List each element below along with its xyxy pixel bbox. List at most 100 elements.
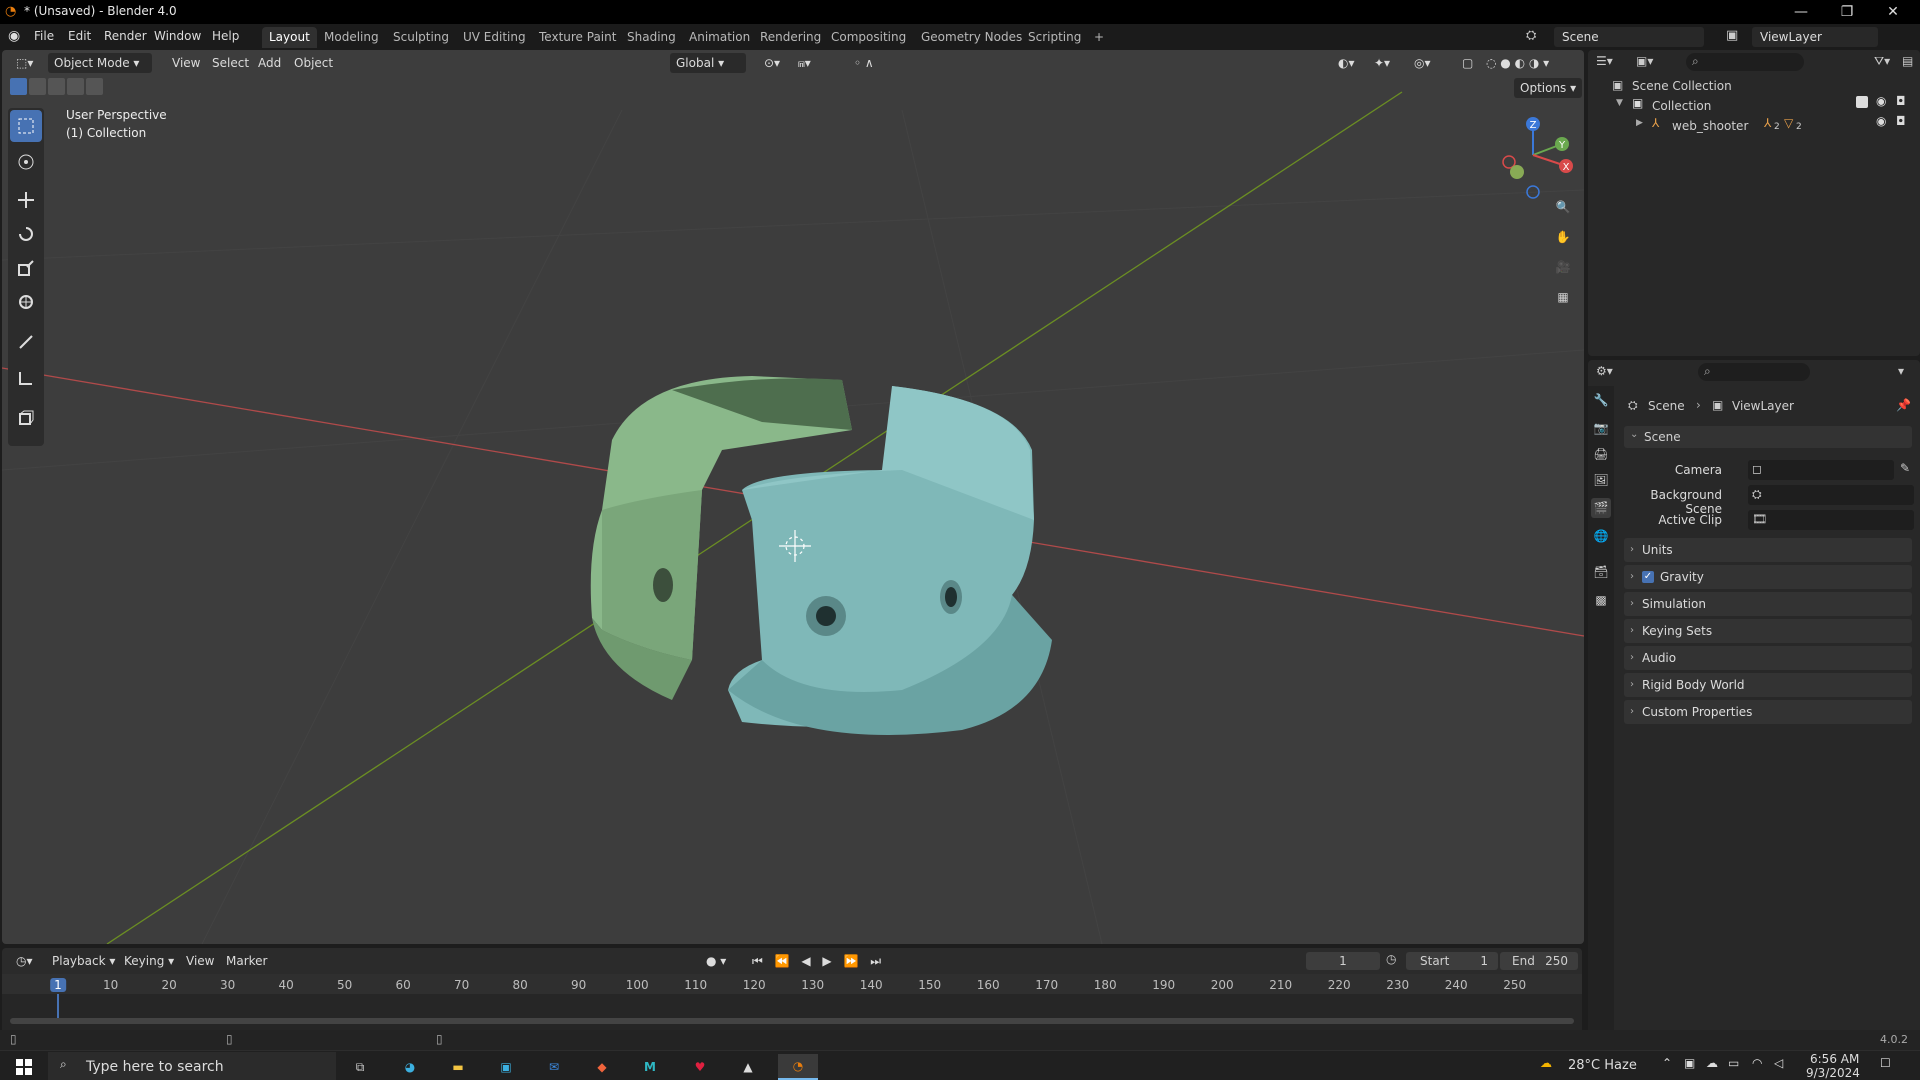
add-cube-tool-icon[interactable]: [10, 402, 42, 434]
collection-eye-icon[interactable]: ◉: [1876, 94, 1886, 108]
pin-icon[interactable]: 📌: [1896, 398, 1911, 412]
pivot-icon[interactable]: ⊙▾: [758, 53, 786, 73]
timeline-scrollbar[interactable]: [10, 1018, 1574, 1024]
notifications-icon[interactable]: ☐: [1880, 1056, 1891, 1070]
ortho-grid-icon[interactable]: ▦: [1550, 284, 1576, 310]
scene-collection-label[interactable]: Scene Collection: [1632, 79, 1732, 93]
gizmo-toggle-icon[interactable]: ✦▾: [1368, 53, 1396, 73]
object-label[interactable]: web_shooter: [1672, 119, 1748, 133]
viewport-menu-select[interactable]: Select: [206, 53, 255, 73]
tab-uv-editing[interactable]: UV Editing: [456, 27, 533, 48]
background-scene-field[interactable]: ⛭: [1748, 485, 1914, 505]
scene-tab-icon[interactable]: 🎬: [1591, 498, 1611, 518]
render-tab-icon[interactable]: 📷: [1591, 418, 1611, 438]
properties-options-icon[interactable]: ▾: [1898, 364, 1904, 378]
select-extend-icon[interactable]: [29, 78, 46, 95]
scene-selector[interactable]: Scene: [1554, 27, 1704, 47]
select-intersect-icon[interactable]: [86, 78, 103, 95]
properties-search-input[interactable]: ⌕: [1698, 363, 1810, 381]
annotate-tool-icon[interactable]: [10, 326, 42, 358]
wifi-icon[interactable]: ◠: [1752, 1056, 1762, 1070]
m-app-icon[interactable]: M: [630, 1054, 670, 1080]
tab-scripting[interactable]: Scripting: [1021, 27, 1088, 48]
menu-render[interactable]: Render: [104, 29, 147, 43]
menu-file[interactable]: File: [34, 29, 54, 43]
collection-checkbox[interactable]: [1856, 96, 1868, 108]
eyedropper-icon[interactable]: ✎: [1900, 461, 1910, 475]
expand-collection-icon[interactable]: ▼: [1616, 98, 1623, 108]
transform-orientation[interactable]: Global ▾: [670, 53, 746, 73]
viewlayer-icon[interactable]: ▣: [1726, 28, 1738, 43]
snap-icon[interactable]: ⩎▾: [792, 53, 817, 73]
shading-modes[interactable]: ◌ ● ◐ ◑ ▾: [1480, 53, 1555, 73]
menu-window[interactable]: Window: [154, 29, 201, 43]
tray-chevron-icon[interactable]: ⌃: [1662, 1056, 1672, 1070]
viewport-scene[interactable]: [2, 50, 1584, 944]
proportional-edit-icon[interactable]: ◦ ∧: [848, 53, 880, 73]
viewlayer-selector[interactable]: ViewLayer: [1752, 27, 1878, 47]
clock-time[interactable]: 6:56 AM: [1810, 1052, 1859, 1066]
mail-icon[interactable]: ✉: [534, 1054, 574, 1080]
rotate-tool-icon[interactable]: [10, 218, 42, 250]
select-new-icon[interactable]: [10, 78, 27, 95]
volume-icon[interactable]: ◁: [1774, 1056, 1783, 1070]
viewport-menu-object[interactable]: Object: [288, 53, 339, 73]
expand-object-icon[interactable]: ▶: [1636, 118, 1643, 128]
tray-app-icon[interactable]: ▣: [1684, 1056, 1695, 1070]
blender-menu-icon[interactable]: ◉: [8, 28, 20, 44]
transform-tool-icon[interactable]: [10, 286, 42, 318]
close-button[interactable]: ✕: [1870, 0, 1916, 24]
outliner-editor-icon[interactable]: ☰▾: [1596, 54, 1613, 68]
onedrive-icon[interactable]: ☁: [1706, 1056, 1718, 1070]
collection-camera-icon[interactable]: ◘: [1896, 94, 1906, 108]
menu-edit[interactable]: Edit: [68, 29, 91, 43]
object-camera-icon[interactable]: ◘: [1896, 114, 1906, 128]
panel-units[interactable]: › Units: [1624, 538, 1912, 562]
tab-shading[interactable]: Shading: [620, 27, 683, 48]
xray-icon[interactable]: ▢: [1456, 53, 1479, 73]
panel-custom-properties[interactable]: › Custom Properties: [1624, 700, 1912, 724]
view-layer-tab-icon[interactable]: 🖼: [1591, 470, 1611, 490]
overlay-toggle-icon[interactable]: ◎▾: [1408, 53, 1437, 73]
tool-tab-icon[interactable]: 🔧: [1591, 390, 1611, 410]
menu-help[interactable]: Help: [212, 29, 239, 43]
editor-type-icon[interactable]: ⬚▾: [10, 53, 39, 73]
texture-tab-icon[interactable]: ▩: [1591, 590, 1611, 610]
tab-compositing[interactable]: Compositing: [824, 27, 913, 48]
collection-label[interactable]: Collection: [1652, 99, 1711, 113]
display-mode-icon[interactable]: ▣▾: [1636, 54, 1653, 68]
world-tab-icon[interactable]: 🌐: [1591, 526, 1611, 546]
task-view-icon[interactable]: ⧉: [340, 1054, 380, 1080]
file-explorer-icon[interactable]: ▬: [438, 1054, 478, 1080]
minimize-button[interactable]: —: [1778, 0, 1824, 24]
tab-rendering[interactable]: Rendering: [753, 27, 828, 48]
viewport-menu-add[interactable]: Add: [252, 53, 287, 73]
select-invert-icon[interactable]: [67, 78, 84, 95]
tab-sculpting[interactable]: Sculpting: [386, 27, 456, 48]
brave-icon[interactable]: ◆: [582, 1054, 622, 1080]
camera-view-icon[interactable]: 🎥: [1550, 254, 1576, 280]
move-tool-icon[interactable]: [10, 184, 42, 216]
measure-tool-icon[interactable]: [10, 362, 42, 394]
scene-icon[interactable]: ⛭: [1526, 28, 1536, 43]
camera-field[interactable]: ◻: [1748, 460, 1894, 480]
outliner-search-input[interactable]: ⌕: [1686, 53, 1804, 71]
panel-audio[interactable]: › Audio: [1624, 646, 1912, 670]
new-collection-icon[interactable]: ▤: [1902, 54, 1913, 68]
3d-viewport[interactable]: ⬚▾ Object Mode ▾ View Select Add Object …: [2, 50, 1584, 944]
scene-panel-header[interactable]: ⌄ Scene: [1624, 426, 1912, 448]
select-box-tool-icon[interactable]: [10, 110, 42, 142]
zoom-icon[interactable]: 🔍: [1550, 194, 1576, 220]
cursor-tool-icon[interactable]: [10, 146, 42, 178]
viewport-menu-view[interactable]: View: [166, 53, 206, 73]
panel-rigid-body-world[interactable]: › Rigid Body World: [1624, 673, 1912, 697]
taskbar-search-box[interactable]: ⌕ Type here to search: [48, 1052, 336, 1080]
output-tab-icon[interactable]: 🖨: [1591, 444, 1611, 464]
visibility-icon[interactable]: ◐▾: [1332, 53, 1361, 73]
gravity-checkbox[interactable]: ✓: [1642, 571, 1654, 583]
tab-geometry-nodes[interactable]: Geometry Nodes: [914, 27, 1029, 48]
timeline-track-area[interactable]: 1 10 20 30 40 50 60 70 80 90 100 110 120 130 140 150 160…: [2, 974, 1582, 1030]
tab-animation[interactable]: Animation: [682, 27, 757, 48]
panel-keying-sets[interactable]: › Keying Sets: [1624, 619, 1912, 643]
battery-icon[interactable]: ▭: [1728, 1056, 1739, 1070]
